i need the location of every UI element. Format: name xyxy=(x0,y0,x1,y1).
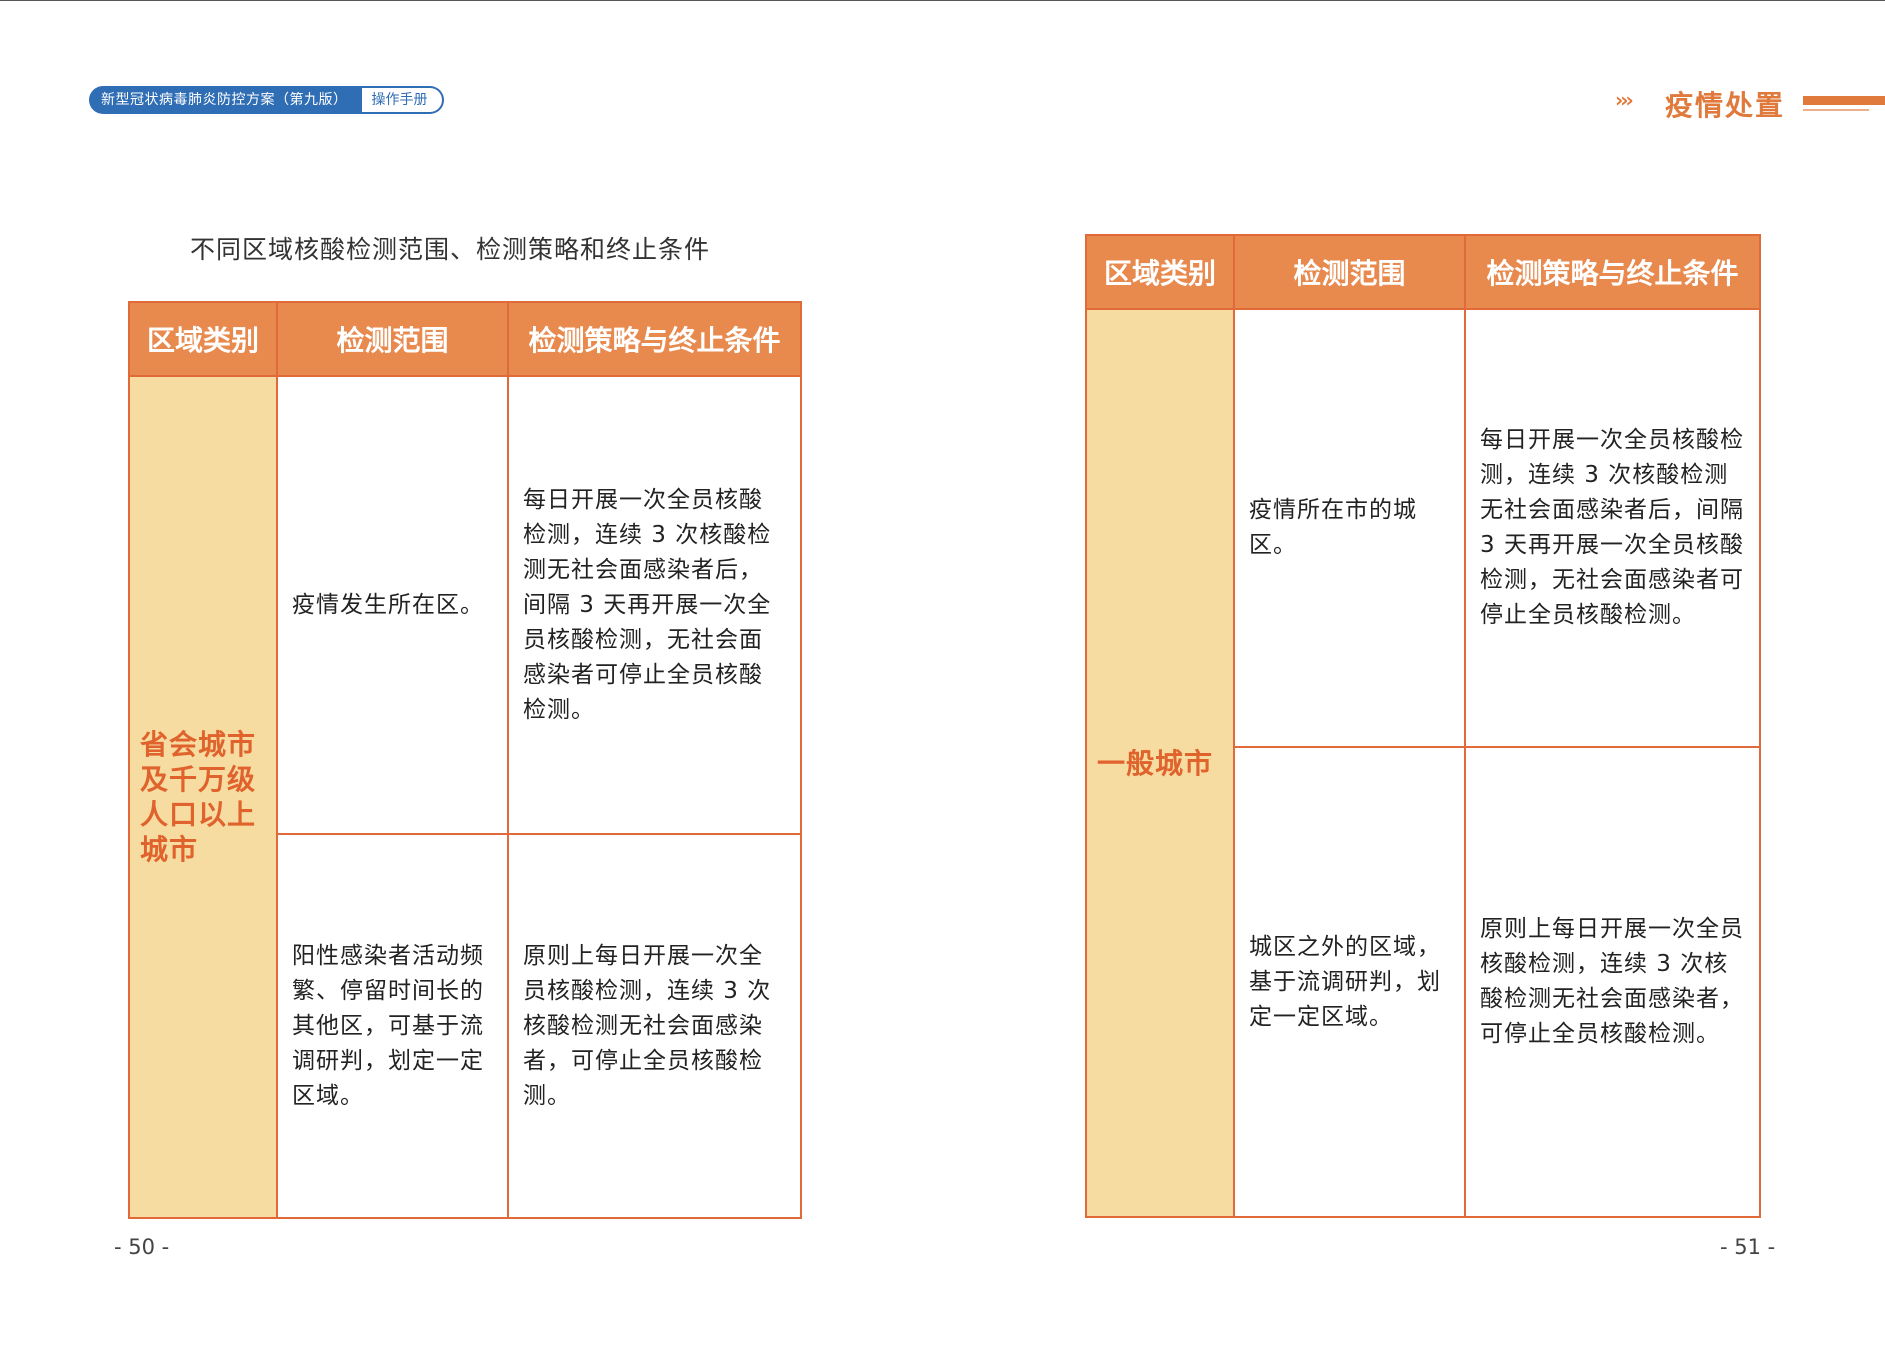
strategy-cell: 原则上每日开展一次全员核酸检测，连续 3 次核酸检测无社会面感染者，可停止全员核… xyxy=(1464,746,1761,1218)
table-header-row: 区域类别 检测范围 检测策略与终止条件 xyxy=(128,301,802,377)
column-header-strategy: 检测策略与终止条件 xyxy=(507,301,802,377)
table-header-row: 区域类别 检测范围 检测策略与终止条件 xyxy=(1085,234,1761,310)
table-row: 一般城市 疫情所在市的城区。 每日开展一次全员核酸检测，连续 3 次核酸检测无社… xyxy=(1085,308,1761,1218)
strategy-cell: 每日开展一次全员核酸检测，连续 3 次核酸检测无社会面感染者后，间隔 3 天再开… xyxy=(507,375,802,835)
column-header-category: 区域类别 xyxy=(1085,234,1235,310)
column-header-scope: 检测范围 xyxy=(1233,234,1466,310)
section-label: ››› 疫情处置 xyxy=(1615,82,1885,122)
column-header-category: 区域类别 xyxy=(128,301,278,377)
table-row: 省会城市及千万级人口以上城市 疫情发生所在区。 每日开展一次全员核酸检测，连续 … xyxy=(128,375,802,1219)
column-header-scope: 检测范围 xyxy=(276,301,509,377)
header-badge-tag: 操作手册 xyxy=(361,86,444,114)
category-cell: 省会城市及千万级人口以上城市 xyxy=(128,375,278,1219)
table-caption: 不同区域核酸检测范围、检测策略和终止条件 xyxy=(190,235,711,264)
column-header-strategy: 检测策略与终止条件 xyxy=(1464,234,1761,310)
header-badge-title: 新型冠状病毒肺炎防控方案（第九版） xyxy=(89,86,362,114)
double-chevron-icon: ››› xyxy=(1615,88,1634,112)
section-underline xyxy=(1803,109,1869,111)
scope-cell: 疫情发生所在区。 xyxy=(276,375,509,835)
scope-cell: 城区之外的区域，基于流调研判，划定一定区域。 xyxy=(1233,746,1466,1218)
category-cell: 一般城市 xyxy=(1085,308,1235,1218)
section-bar xyxy=(1803,96,1885,105)
page-number-right: - 51 - xyxy=(1720,1235,1776,1259)
header-badge: 新型冠状病毒肺炎防控方案（第九版） 操作手册 xyxy=(89,86,444,114)
page-number-left: - 50 - xyxy=(114,1235,170,1259)
top-rule xyxy=(0,0,1885,1)
right-table: 区域类别 检测范围 检测策略与终止条件 一般城市 疫情所在市的城区。 每日开展一… xyxy=(1085,234,1761,1218)
section-title: 疫情处置 xyxy=(1665,89,1786,122)
scope-cell: 阳性感染者活动频繁、停留时间长的其他区，可基于流调研判，划定一定区域。 xyxy=(276,833,509,1219)
scope-cell: 疫情所在市的城区。 xyxy=(1233,308,1466,748)
strategy-cell: 原则上每日开展一次全员核酸检测，连续 3 次核酸检测无社会面感染者，可停止全员核… xyxy=(507,833,802,1219)
left-table: 区域类别 检测范围 检测策略与终止条件 省会城市及千万级人口以上城市 疫情发生所… xyxy=(128,301,802,1219)
strategy-cell: 每日开展一次全员核酸检测，连续 3 次核酸检测无社会面感染者后，间隔 3 天再开… xyxy=(1464,308,1761,748)
